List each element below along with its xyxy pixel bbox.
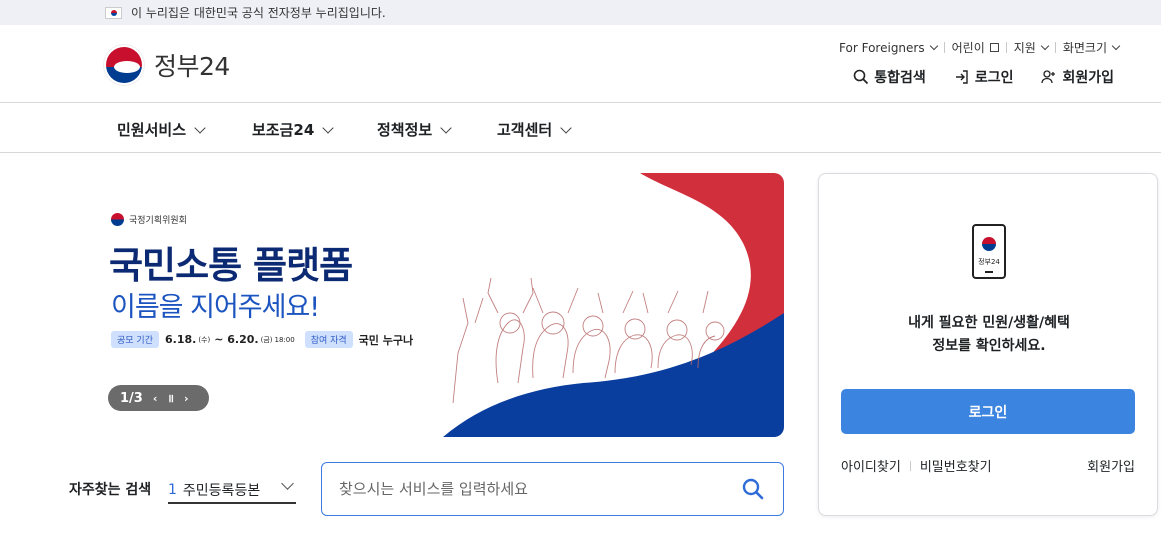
chevron-down-icon	[1040, 41, 1050, 50]
official-notice-bar: 이 누리집은 대한민국 공식 전자정부 누리집입니다.	[0, 0, 1161, 25]
chevron-down-icon	[1111, 41, 1121, 50]
login-message-line2: 정보를 확인하세요.	[932, 338, 1046, 354]
header-actions: 통합검색 로그인 회원가입	[825, 67, 1114, 87]
nav-label: 고객센터	[497, 121, 553, 139]
period-end: ~ 6.20.	[214, 333, 259, 346]
nav-item-customer-center[interactable]: 고객센터	[497, 119, 572, 140]
screen-size-label: 화면크기	[1062, 41, 1107, 55]
signup-label: 회원가입	[1062, 70, 1114, 86]
login-link[interactable]: 로그인	[954, 67, 1014, 87]
find-id-link[interactable]: 아이디찾기	[841, 456, 901, 475]
signup-link[interactable]: 회원가입	[1087, 456, 1135, 475]
main-navigation: 민원서비스 보조금24 정책정보 고객센터	[0, 103, 1161, 153]
nav-item-policy-info[interactable]: 정책정보	[377, 119, 452, 140]
chevron-down-icon	[281, 477, 294, 490]
org-credit: 국정기획위원회	[111, 213, 187, 226]
nav-item-subsidy24[interactable]: 보조금24	[252, 119, 334, 140]
chevron-down-icon	[322, 121, 334, 134]
account-links: 아이디찾기 비밀번호찾기	[841, 456, 992, 475]
login-button[interactable]: 로그인	[841, 389, 1135, 434]
start-day: (수)	[198, 335, 211, 344]
carousel-controls: 1/3 ‹ ॥ ›	[108, 385, 209, 411]
pause-button[interactable]: ॥	[167, 391, 174, 406]
notice-text: 이 누리집은 대한민국 공식 전자정부 누리집입니다.	[131, 6, 386, 20]
period-tag: 공모 기간	[111, 331, 159, 348]
signup-link[interactable]: 회원가입	[1041, 67, 1114, 87]
next-slide-button[interactable]: ›	[184, 392, 189, 405]
end-time: 18:00	[274, 335, 295, 344]
logo-text: 정부24	[154, 52, 230, 81]
end-day: (금)	[260, 335, 273, 344]
login-panel: 정부24 내게 필요한 민원/생활/혜택 정보를 확인하세요. 로그인 아이디찾…	[818, 173, 1158, 516]
external-link-icon	[989, 43, 999, 52]
login-label: 로그인	[974, 70, 1014, 86]
support-label: 지원	[1013, 41, 1036, 55]
frequent-search-rank: 1	[168, 481, 177, 498]
government-emblem-icon	[111, 213, 124, 226]
for-foreigners-dropdown[interactable]: For Foreigners	[839, 40, 938, 55]
divider	[909, 460, 911, 471]
support-dropdown[interactable]: 지원	[1013, 39, 1050, 56]
search-button[interactable]	[741, 477, 765, 505]
nav-label: 정책정보	[377, 121, 433, 139]
find-password-link[interactable]: 비밀번호찾기	[920, 456, 992, 475]
period-start: 6.18.	[164, 333, 197, 346]
chevron-down-icon	[929, 41, 938, 50]
frequent-search-value: 주민등록등본	[182, 482, 261, 499]
taeguk-logo-icon	[104, 45, 144, 85]
for-foreigners-label: For Foreigners	[839, 40, 925, 55]
search-icon	[853, 69, 869, 85]
login-message-line1: 내게 필요한 민원/생활/혜택	[908, 315, 1070, 331]
banner-subheadline: 이름을 지어주세요!	[111, 292, 320, 323]
site-logo[interactable]: 정부24	[104, 45, 230, 85]
nav-label: 민원서비스	[117, 121, 187, 139]
org-name: 국정기획위원회	[129, 216, 187, 226]
utility-menu: For Foreigners 어린이 지원 화면크기	[839, 39, 1121, 56]
kids-link[interactable]: 어린이	[952, 39, 999, 56]
frequent-search-label: 자주찾는 검색	[69, 482, 152, 498]
header: 정부24 For Foreigners 어린이 지원 화면크기 통합검색 로그인…	[0, 25, 1161, 103]
target-tag: 참여 자격	[304, 331, 353, 348]
search-icon	[742, 478, 764, 500]
user-add-icon	[1041, 70, 1056, 84]
chevron-down-icon	[440, 121, 452, 134]
integrated-search-label: 통합검색	[874, 70, 926, 86]
nav-item-civil-services[interactable]: 민원서비스	[117, 119, 206, 140]
target-text: 국민 누구나	[358, 333, 414, 347]
search-input[interactable]	[339, 480, 719, 498]
login-icon	[955, 70, 968, 84]
chevron-down-icon	[560, 121, 572, 134]
prev-slide-button[interactable]: ‹	[153, 392, 158, 405]
korea-flag-icon	[105, 6, 122, 19]
screen-size-dropdown[interactable]: 화면크기	[1062, 39, 1121, 56]
phone-label: 정부24	[978, 258, 1000, 266]
slide-counter: 1/3	[120, 390, 143, 406]
frequent-search-select[interactable]: 1 주민등록등본	[168, 477, 296, 504]
divider	[1005, 42, 1007, 53]
banner-info: 공모 기간 6.18. (수) ~ 6.20. (금) 18:00 참여 자격 …	[111, 331, 413, 348]
nav-label: 보조금24	[252, 121, 315, 139]
divider	[943, 42, 945, 53]
login-message: 내게 필요한 민원/생활/혜택 정보를 확인하세요.	[819, 312, 1159, 358]
mobile-phone-icon: 정부24	[972, 224, 1006, 279]
main-banner[interactable]: 국정기획위원회 국민소통 플랫폼 이름을 지어주세요! 공모 기간 6.18. …	[103, 173, 784, 437]
divider	[1054, 42, 1056, 53]
banner-headline: 국민소통 플랫폼	[109, 244, 353, 287]
service-search-box	[321, 462, 784, 516]
kids-label: 어린이	[951, 41, 985, 55]
chevron-down-icon	[194, 121, 206, 134]
integrated-search-button[interactable]: 통합검색	[853, 67, 926, 87]
